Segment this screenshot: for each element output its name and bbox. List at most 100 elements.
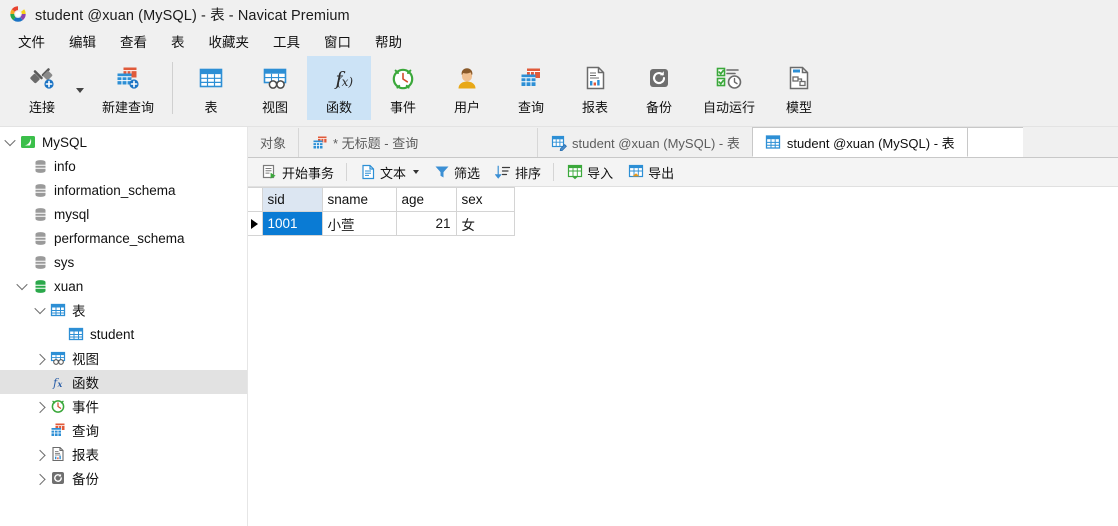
tree-node-mysql[interactable]: MySQL (0, 130, 247, 154)
tree-label: MySQL (42, 134, 88, 150)
grid-toolbar-label: 排序 (515, 165, 542, 181)
tree-label: 查询 (72, 424, 99, 439)
chevron-right-icon[interactable] (32, 473, 48, 486)
import-button[interactable]: 导入 (559, 160, 620, 185)
cell-age[interactable]: 21 (396, 211, 457, 236)
workspace: MySQL info information_schema mysql perf… (0, 127, 1118, 526)
tree-node-student[interactable]: student (0, 322, 247, 346)
tree-node-mysql-db[interactable]: mysql (0, 202, 247, 226)
toolbar-button-backup[interactable]: 备份 (627, 56, 691, 120)
event-clock-icon (48, 398, 68, 414)
backup-icon (645, 62, 673, 94)
text-view-button[interactable]: 文本 (352, 160, 426, 185)
title-bar: student @xuan (MySQL) - 表 - Navicat Prem… (0, 0, 1118, 28)
chevron-down-icon[interactable] (14, 278, 30, 291)
tree-node-tables[interactable]: 表 (0, 298, 247, 322)
table-row[interactable]: 1001 小萱 21 女 (248, 211, 515, 236)
database-open-icon (30, 279, 50, 294)
export-icon (627, 164, 644, 181)
tree-node-events[interactable]: 事件 (0, 394, 247, 418)
tree-label: 表 (72, 304, 86, 319)
cell-sname[interactable]: 小萱 (322, 211, 397, 236)
query-icon (517, 62, 545, 94)
column-header-age[interactable]: age (396, 187, 457, 212)
table-design-icon (550, 134, 567, 151)
chevron-right-icon[interactable] (32, 353, 48, 366)
column-header-sid[interactable]: sid (262, 187, 323, 212)
view-icon (48, 350, 68, 366)
column-header-sex[interactable]: sex (456, 187, 515, 212)
toolbar-button-user[interactable]: 用户 (435, 56, 499, 120)
column-header-sname[interactable]: sname (322, 187, 397, 212)
tree-node-sys[interactable]: sys (0, 250, 247, 274)
tab-strip: 对象 * 无标题 - 查询 student @xuan (MySQL) - 表 (248, 127, 1118, 158)
query-icon (48, 422, 68, 438)
menu-edit[interactable]: 编辑 (57, 28, 108, 54)
tree-label: 函数 (72, 376, 99, 391)
chevron-right-icon[interactable] (32, 449, 48, 462)
tree-node-xuan[interactable]: xuan (0, 274, 247, 298)
grid-toolbar-label: 开始事务 (282, 165, 335, 181)
toolbar-button-report[interactable]: 报表 (563, 56, 627, 120)
toolbar-button-automation[interactable]: 自动运行 (691, 56, 767, 120)
tree-node-queries[interactable]: 查询 (0, 418, 247, 442)
tab-untitled-query[interactable]: * 无标题 - 查询 (298, 128, 539, 157)
menu-favorites[interactable]: 收藏夹 (197, 28, 262, 54)
toolbar-button-connection[interactable]: 连接 (4, 56, 80, 120)
tree-node-views[interactable]: 视图 (0, 346, 247, 370)
menu-help[interactable]: 帮助 (363, 28, 414, 54)
tree-label: sys (54, 254, 75, 270)
toolbar-button-new-query[interactable]: 新建查询 (90, 56, 166, 120)
export-button[interactable]: 导出 (620, 160, 681, 185)
toolbar-label-backup: 备份 (645, 100, 672, 115)
toolbar-button-function[interactable]: f (x) 函数 (307, 56, 371, 120)
chevron-down-icon[interactable] (2, 134, 18, 147)
tab-objects[interactable]: 对象 (248, 128, 300, 157)
toolbar-label-view: 视图 (261, 100, 288, 115)
menu-tools[interactable]: 工具 (261, 28, 312, 54)
toolbar-label-model: 模型 (785, 100, 812, 115)
table-icon (48, 302, 68, 318)
tree-node-info[interactable]: info (0, 154, 247, 178)
menu-table[interactable]: 表 (159, 28, 197, 54)
toolbar-button-table[interactable]: 表 (179, 56, 243, 120)
sort-button[interactable]: 排序 (487, 160, 548, 185)
tree-node-reports[interactable]: 报表 (0, 442, 247, 466)
tree-node-backups[interactable]: 备份 (0, 466, 247, 490)
tree-node-performance-schema[interactable]: performance_schema (0, 226, 247, 250)
navicat-logo-icon (8, 4, 28, 24)
table-icon (197, 62, 225, 94)
object-tree-sidebar[interactable]: MySQL info information_schema mysql perf… (0, 127, 248, 526)
filter-icon (433, 164, 450, 181)
cell-sex[interactable]: 女 (456, 211, 515, 236)
chevron-down-icon[interactable] (32, 302, 48, 315)
chevron-down-icon[interactable] (413, 170, 420, 174)
svg-text:(x): (x) (337, 75, 353, 89)
menu-file[interactable]: 文件 (6, 28, 57, 54)
cell-sid[interactable]: 1001 (262, 211, 323, 236)
import-icon (566, 164, 583, 181)
menu-window[interactable]: 窗口 (312, 28, 363, 54)
toolbar-label-query: 查询 (517, 100, 544, 115)
connection-mysql-icon (18, 134, 38, 150)
toolbar-button-view[interactable]: 视图 (243, 56, 307, 120)
data-grid[interactable]: sid sname age sex 1001 小萱 21 女 (248, 187, 1118, 526)
tab-student-data[interactable]: student @xuan (MySQL) - 表 (751, 127, 968, 157)
filter-button[interactable]: 筛选 (426, 160, 487, 185)
toolbar-button-model[interactable]: 模型 (767, 56, 831, 120)
chevron-right-icon[interactable] (32, 401, 48, 414)
menu-view[interactable]: 查看 (108, 28, 159, 54)
tree-node-information-schema[interactable]: information_schema (0, 178, 247, 202)
tab-student-design[interactable]: student @xuan (MySQL) - 表 (537, 128, 753, 157)
view-icon (261, 62, 289, 94)
tree-label: information_schema (54, 182, 176, 198)
toolbar-button-event[interactable]: 事件 (371, 56, 435, 120)
toolbar-label-connection: 连接 (28, 100, 55, 115)
sort-icon (494, 164, 511, 181)
begin-transaction-button[interactable]: 开始事务 (254, 160, 341, 185)
tree-node-functions[interactable]: fx 函数 (0, 370, 247, 394)
toolbar-button-query[interactable]: 查询 (499, 56, 563, 120)
query-tab-icon (311, 134, 328, 151)
connection-dropdown-caret-icon[interactable] (76, 87, 84, 93)
grid-toolbar-label: 导入 (587, 165, 614, 181)
